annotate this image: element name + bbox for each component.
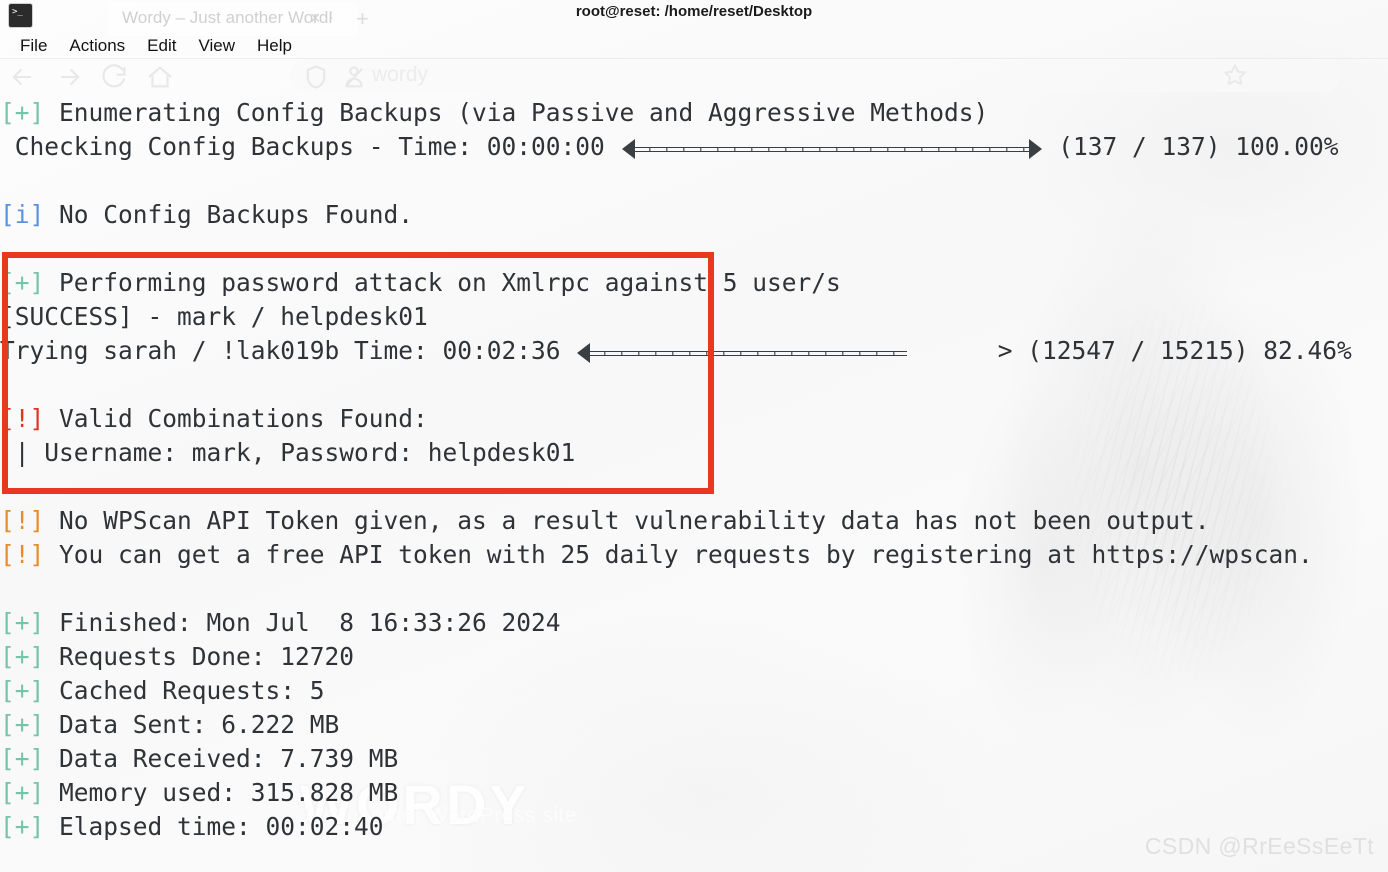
line-marker: [+] [0,642,45,671]
browser-url-bar[interactable] [290,59,1340,92]
terminal-line-requests-done: [+] Requests Done: 12720 [0,640,1388,674]
terminal-output[interactable]: [+] Enumerating Config Backups (via Pass… [0,96,1388,872]
menu-item-edit[interactable]: Edit [136,34,187,58]
terminal-screen: WORDY Just another WordPress site Wordy … [0,0,1388,872]
terminal-line-finished: [+] Finished: Mon Jul 8 16:33:26 2024 [0,606,1388,640]
progress-counter: > (12547 / 15215) 82.46% [997,336,1352,365]
progress-counter: (137 / 137) 100.00% [1058,132,1339,161]
terminal-line-enumerating-config-backups: [+] Enumerating Config Backups (via Pass… [0,96,1388,130]
terminal-titlebar: root@reset: /home/reset/Desktop [0,0,1388,32]
progress-rule [631,147,1032,152]
menubar: File Actions Edit View Help [0,31,303,60]
line-marker: [i] [0,200,45,229]
line-text: No WPScan API Token given, as a result v… [44,506,1210,535]
forward-arrow-icon[interactable] [56,63,84,91]
shield-icon[interactable] [302,63,330,91]
line-text: You can get a free API token with 25 dai… [44,540,1313,569]
reload-icon[interactable] [100,63,128,91]
terminal-line-data-received: [+] Data Received: 7.739 MB [0,742,1388,776]
progress-bar [621,137,1042,159]
line-text: Valid Combinations Found: [44,404,428,433]
terminal-line-free-api-token: [!] You can get a free API token with 25… [0,538,1388,572]
line-marker: [+] [0,710,45,739]
terminal-line-success-mark-helpdesk01: [SUCCESS] - mark / helpdesk01 [0,300,1388,334]
terminal-line-no-wpscan-api-token: [!] No WPScan API Token given, as a resu… [0,504,1388,538]
line-marker: [!] [0,540,45,569]
tracker-icon[interactable] [340,63,368,91]
line-marker: [+] [0,268,45,297]
line-marker: [+] [0,676,45,705]
line-text: Data Sent: 6.222 MB [44,710,340,739]
browser-nav-row: wordy [0,58,1388,95]
line-text: Elapsed time: 00:02:40 [44,812,384,841]
progress-gap [909,336,998,365]
terminal-line-elapsed-time: [+] Elapsed time: 00:02:40 [0,810,1388,844]
line-marker: [+] [0,98,45,127]
line-marker: [+] [0,744,45,773]
home-icon[interactable] [146,63,174,91]
terminal-line-credentials-mark: | Username: mark, Password: helpdesk01 [0,436,1388,470]
back-arrow-icon[interactable] [8,63,36,91]
line-text: No Config Backups Found. [44,200,414,229]
url-text: wordy [372,63,429,86]
line-marker: [+] [0,812,45,841]
line-text: Requests Done: 12720 [44,642,355,671]
menu-item-file[interactable]: File [9,34,58,58]
terminal-line-no-config-backups-found: [i] No Config Backups Found. [0,198,1388,232]
terminal-line-trying-sarah: Trying sarah / !lak019b Time: 00:02:36 >… [0,334,1388,368]
bookmark-star-icon[interactable] [1222,62,1248,88]
menu-item-view[interactable]: View [187,34,246,58]
line-text: Data Received: 7.739 MB [44,744,399,773]
line-marker: [+] [0,778,45,807]
terminal-line-valid-combinations-found: [!] Valid Combinations Found: [0,402,1388,436]
progress-gap [1044,132,1059,161]
line-text: | Username: mark, Password: helpdesk01 [0,438,576,467]
line-text: [SUCCESS] - mark / helpdesk01 [0,302,428,331]
line-text: Enumerating Config Backups (via Passive … [44,98,989,127]
terminal-line-data-sent: [+] Data Sent: 6.222 MB [0,708,1388,742]
terminal-line-memory-used: [+] Memory used: 315.828 MB [0,776,1388,810]
progress-bar [577,341,908,363]
progress-rule [587,351,908,356]
menu-item-actions[interactable]: Actions [58,34,136,58]
terminal-line-cached-requests: [+] Cached Requests: 5 [0,674,1388,708]
terminal-line-performing-password-attack: [+] Performing password attack on Xmlrpc… [0,266,1388,300]
line-text: Checking Config Backups - Time: 00:00:00 [0,132,620,161]
menu-item-help[interactable]: Help [246,34,303,58]
progress-arrow-right [1028,139,1042,159]
line-marker: [!] [0,506,45,535]
line-text: Trying sarah / !lak019b Time: 00:02:36 [0,336,576,365]
window-title: root@reset: /home/reset/Desktop [575,3,813,20]
line-marker: [!] [0,404,45,433]
line-text: Memory used: 315.828 MB [44,778,399,807]
terminal-line-checking-config-backups: Checking Config Backups - Time: 00:00:00… [0,130,1388,164]
line-text: Finished: Mon Jul 8 16:33:26 2024 [44,608,561,637]
line-text: Cached Requests: 5 [44,676,325,705]
line-marker: [+] [0,608,45,637]
line-text: Performing password attack on Xmlrpc aga… [44,268,841,297]
